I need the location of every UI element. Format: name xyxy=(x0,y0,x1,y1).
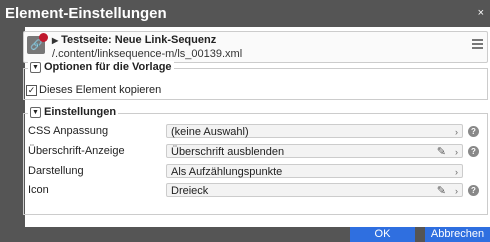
help-icon[interactable]: ? xyxy=(468,126,479,137)
chevron-right-icon: › xyxy=(455,127,458,137)
icon-value: Dreieck xyxy=(171,185,209,197)
ok-button[interactable]: OK xyxy=(350,227,415,242)
status-badge xyxy=(39,33,48,42)
expand-arrow-icon[interactable]: ▶ xyxy=(52,36,58,45)
link-icon: 🔗 xyxy=(27,33,48,54)
display-mode-select[interactable]: Als Aufzählungspunkte › xyxy=(166,164,463,178)
template-options-legend[interactable]: ▼ Optionen für die Vorlage xyxy=(28,61,174,73)
display-mode-value: Als Aufzählungspunkte xyxy=(171,166,283,178)
resource-path: /.content/linksequence-m/ls_00139.xml xyxy=(52,48,243,60)
collapse-toggle-icon[interactable]: ▼ xyxy=(30,106,41,118)
settings-legend[interactable]: ▼ Einstellungen xyxy=(28,106,119,118)
template-options-legend-text: Optionen für die Vorlage xyxy=(44,61,172,73)
heading-display-value: Überschrift ausblenden xyxy=(171,146,285,158)
hamburger-menu-icon[interactable] xyxy=(472,39,483,51)
resource-info-panel: 🔗 ▶ Testseite: Neue Link-Sequenz /.conten… xyxy=(23,31,488,63)
display-mode-label: Darstellung xyxy=(28,165,84,177)
copy-element-option[interactable]: ✓ Dieses Element kopieren xyxy=(26,84,161,96)
css-adjustment-value: (keine Auswahl) xyxy=(171,126,249,138)
collapse-toggle-icon[interactable]: ▼ xyxy=(30,61,41,73)
close-icon[interactable]: × xyxy=(478,7,484,19)
cancel-button[interactable]: Abbrechen xyxy=(425,227,490,242)
chevron-right-icon: › xyxy=(455,167,458,177)
heading-display-label: Überschrift-Anzeige xyxy=(28,145,125,157)
dialog-titlebar[interactable]: Element-Einstellungen × xyxy=(0,0,490,27)
template-options-fieldset: ▼ Optionen für die Vorlage ✓ Dieses Elemen… xyxy=(23,61,488,100)
css-adjustment-select[interactable]: (keine Auswahl) › xyxy=(166,124,463,138)
copy-element-checkbox[interactable]: ✓ xyxy=(26,84,37,96)
chevron-right-icon: › xyxy=(455,147,458,157)
help-icon[interactable]: ? xyxy=(468,185,479,196)
dialog-footer: OK Abbrechen xyxy=(0,227,490,242)
copy-element-label: Dieses Element kopieren xyxy=(39,84,162,96)
icon-select[interactable]: Dreieck ✎ › xyxy=(166,183,463,197)
icon-label: Icon xyxy=(28,184,49,196)
css-adjustment-label: CSS Anpassung xyxy=(28,125,109,137)
pencil-icon[interactable]: ✎ xyxy=(437,145,446,159)
resource-title[interactable]: ▶ Testseite: Neue Link-Sequenz xyxy=(52,34,216,46)
element-settings-dialog: Element-Einstellungen × 🔗 ▶ Testseite: Ne… xyxy=(0,0,490,242)
settings-fieldset: ▼ Einstellungen CSS Anpassung (keine Ausw… xyxy=(23,106,488,215)
heading-display-select[interactable]: Überschrift ausblenden ✎ › xyxy=(166,144,463,158)
chevron-right-icon: › xyxy=(455,186,458,196)
pencil-icon[interactable]: ✎ xyxy=(437,184,446,198)
dialog-title: Element-Einstellungen xyxy=(5,5,167,22)
dialog-content: 🔗 ▶ Testseite: Neue Link-Sequenz /.conten… xyxy=(23,27,490,227)
resource-title-text: Testseite: Neue Link-Sequenz xyxy=(61,34,217,46)
help-icon[interactable]: ? xyxy=(468,146,479,157)
settings-legend-text: Einstellungen xyxy=(44,106,117,118)
